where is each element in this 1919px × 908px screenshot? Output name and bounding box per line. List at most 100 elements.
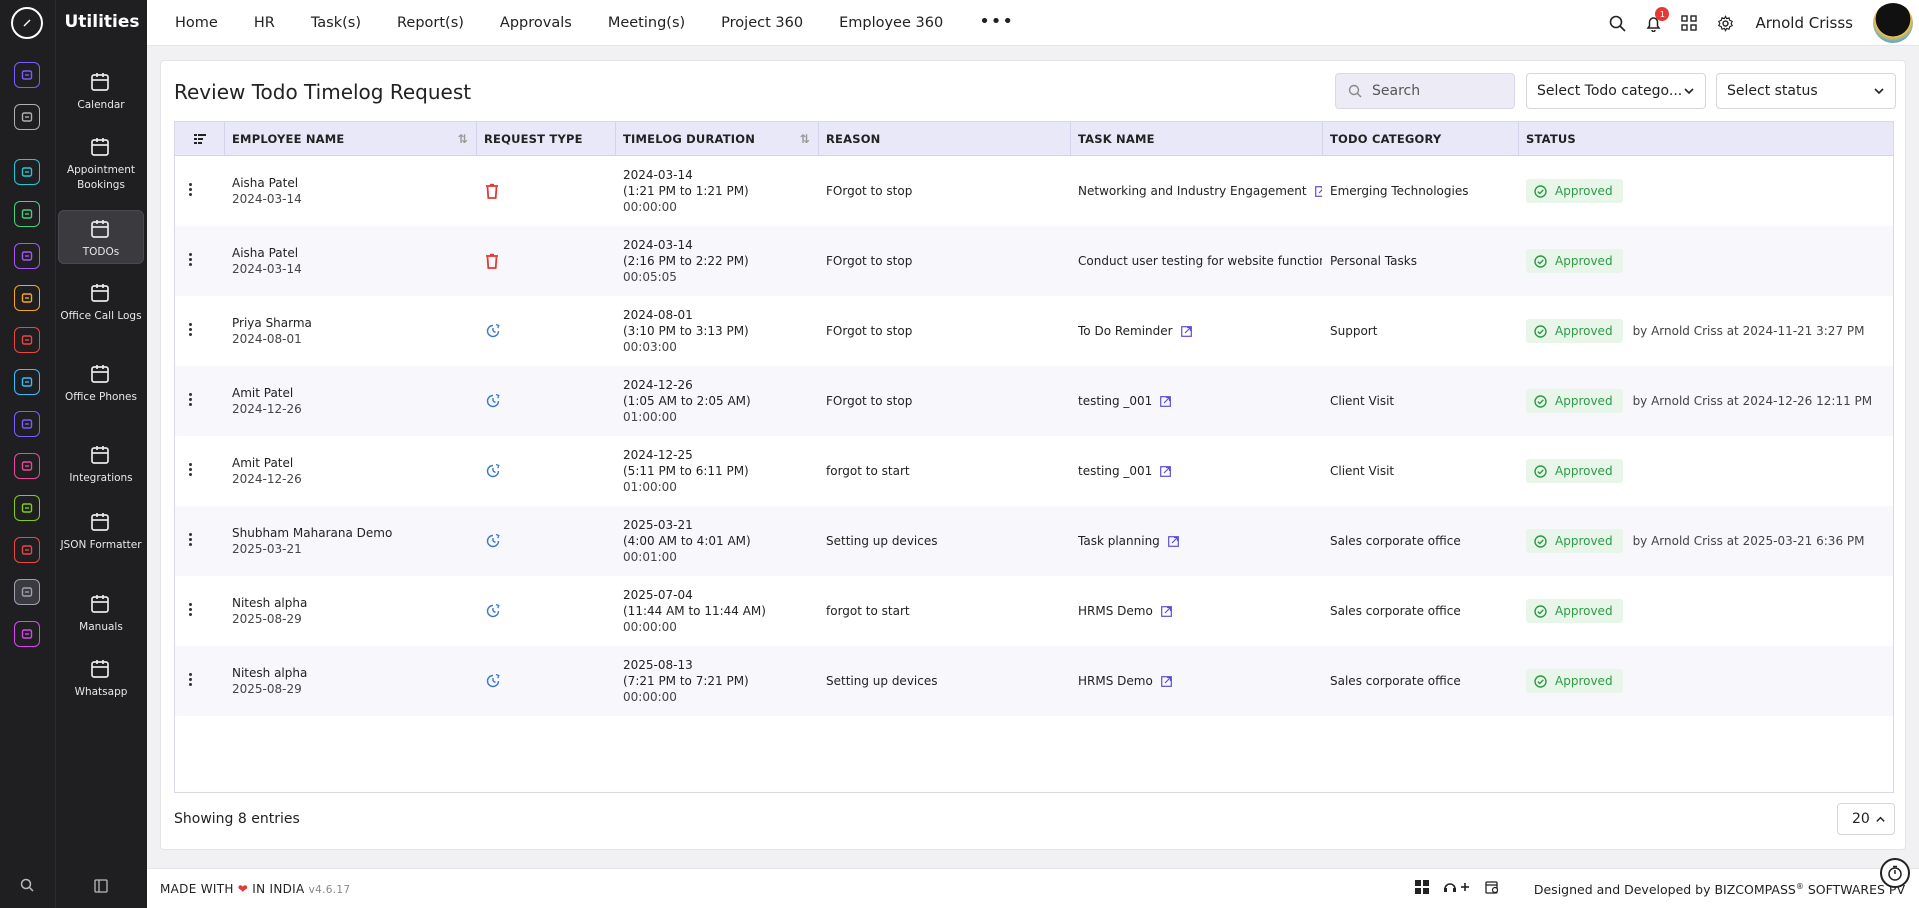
employee-date: 2024-12-26 (232, 472, 302, 486)
row-actions-menu-icon[interactable] (189, 603, 193, 618)
todo-category-select[interactable]: Select Todo catego... (1526, 73, 1706, 109)
notification-bell-icon[interactable]: 1 (1643, 7, 1670, 33)
more-menu-icon[interactable]: ••• (979, 11, 1014, 32)
row-actions-menu-icon[interactable] (189, 253, 193, 268)
rail-module-5-icon[interactable] (14, 285, 40, 311)
row-actions-menu-icon[interactable] (189, 183, 193, 198)
sort-icon[interactable]: ⇅ (458, 132, 468, 146)
employee-date: 2025-08-29 (232, 612, 302, 626)
utility-item-office-phones[interactable]: Office Phones (58, 362, 144, 424)
column-request-type: REQUEST TYPE (477, 122, 616, 156)
page-size-select[interactable]: 20 (1837, 803, 1895, 835)
collapse-panel-icon[interactable] (94, 878, 108, 897)
task-name-link[interactable]: Conduct user testing for website functio… (1078, 254, 1322, 268)
utility-item-todos[interactable]: TODOs (58, 210, 144, 264)
task-cell: HRMS Demo (1071, 576, 1323, 646)
external-link-icon[interactable] (1314, 186, 1322, 197)
nav-item-hr[interactable]: HR (254, 15, 275, 31)
nav-item-meeting-s-[interactable]: Meeting(s) (608, 15, 685, 31)
timelog-date: 2024-03-14 (623, 238, 693, 252)
row-actions-menu-icon[interactable] (189, 393, 193, 408)
task-name-link[interactable]: To Do Reminder (1078, 324, 1173, 338)
user-name[interactable]: Arnold Crisss (1755, 14, 1853, 32)
task-name-link[interactable]: HRMS Demo (1078, 674, 1153, 688)
windows-icon[interactable] (1415, 880, 1429, 894)
column-employee-name[interactable]: EMPLOYEE NAME ⇅ (225, 122, 477, 156)
rail-module-8-icon[interactable] (14, 411, 40, 437)
rail-module-4-icon[interactable] (14, 243, 40, 269)
external-link-icon[interactable] (1160, 606, 1172, 617)
search-icon[interactable] (1607, 13, 1627, 33)
category-cell: Client Visit (1323, 366, 1519, 436)
employee-name: Amit Patel (232, 386, 294, 400)
user-avatar[interactable] (1873, 3, 1913, 43)
task-name-link[interactable]: Networking and Industry Engagement (1078, 184, 1307, 198)
task-name-link[interactable]: Task planning (1078, 534, 1160, 548)
search-input[interactable] (1372, 83, 1492, 99)
row-actions-menu-icon[interactable] (189, 463, 193, 478)
timelog-cell: 2024-08-01 (3:10 PM to 3:13 PM) 00:03:00 (616, 296, 819, 366)
rail-module-2-icon[interactable] (14, 159, 40, 185)
utility-item-manuals[interactable]: Manuals (58, 592, 144, 640)
nav-item-home[interactable]: Home (175, 15, 218, 31)
rail-module-3-icon[interactable] (14, 201, 40, 227)
request-type-cell (485, 436, 624, 506)
app-version: v4.6.17 (308, 884, 351, 896)
status-select[interactable]: Select status (1716, 73, 1896, 109)
chevron-down-icon (1874, 88, 1884, 95)
task-name-link[interactable]: testing _001 (1078, 464, 1152, 478)
column-timelog-duration[interactable]: TIMELOG DURATION ⇅ (616, 122, 819, 156)
bottom-icons (1415, 880, 1499, 894)
rail-module-6-icon[interactable] (14, 327, 40, 353)
rail-module-0-icon[interactable] (14, 62, 40, 88)
check-circle-icon (1534, 674, 1547, 688)
support-headset-icon[interactable] (1443, 880, 1471, 894)
timelog-cell: 2025-08-13 (7:21 PM to 7:21 PM) 00:00:00 (616, 646, 819, 716)
table-row: Nitesh alpha 2025-08-29 2025-08-13 (7:21 PM… (175, 646, 1893, 716)
utility-item-office-call-logs[interactable]: Office Call Logs (58, 281, 144, 343)
chevron-down-icon (1684, 88, 1694, 95)
search-box[interactable] (1335, 73, 1515, 109)
external-link-icon[interactable] (1180, 326, 1192, 337)
nav-item-task-s-[interactable]: Task(s) (311, 15, 361, 31)
todo-calendar-icon (59, 217, 143, 241)
rail-module-10-icon[interactable] (14, 495, 40, 521)
row-actions-menu-icon[interactable] (189, 673, 193, 688)
apps-grid-icon[interactable] (1679, 13, 1699, 33)
rail-module-13-icon[interactable] (14, 621, 40, 647)
external-link-icon[interactable] (1160, 466, 1172, 477)
task-name-link[interactable]: HRMS Demo (1078, 604, 1153, 618)
rail-module-1-icon[interactable] (14, 104, 40, 130)
compass-logo-icon[interactable] (11, 7, 43, 39)
request-type-cell (485, 366, 624, 436)
timelog-cell: 2024-03-14 (2:16 PM to 2:22 PM) 00:05:05 (616, 226, 819, 296)
external-link-icon[interactable] (1160, 676, 1172, 687)
nav-item-approvals[interactable]: Approvals (500, 15, 572, 31)
column-settings-icon[interactable] (175, 122, 225, 156)
nav-item-report-s-[interactable]: Report(s) (397, 15, 464, 31)
category-cell: Sales corporate office (1323, 506, 1519, 576)
utility-item-whatsapp[interactable]: Whatsapp (58, 657, 144, 705)
nav-item-project-360[interactable]: Project 360 (721, 15, 803, 31)
row-actions-menu-icon[interactable] (189, 533, 193, 548)
settings-gear-icon[interactable] (1715, 13, 1735, 33)
rail-module-12-icon[interactable] (14, 579, 40, 605)
rail-module-11-icon[interactable] (14, 537, 40, 563)
utility-item-appointment-bookings[interactable]: Appointment Bookings (58, 135, 144, 197)
utility-item-json-formatter[interactable]: JSON Formatter (58, 510, 144, 572)
utility-item-integrations[interactable]: Integrations (58, 443, 144, 491)
utility-item-calendar[interactable]: Calendar (58, 70, 144, 118)
sort-icon[interactable]: ⇅ (800, 132, 810, 146)
external-link-icon[interactable] (1160, 396, 1172, 407)
task-name-link[interactable]: testing _001 (1078, 394, 1152, 408)
stopwatch-icon[interactable] (1880, 858, 1910, 888)
row-actions-menu-icon[interactable] (189, 323, 193, 338)
timelog-range: (1:05 AM to 2:05 AM) (623, 394, 751, 408)
calendar-clock-icon[interactable] (1485, 880, 1499, 894)
nav-item-employee-360[interactable]: Employee 360 (839, 15, 943, 31)
column-status: STATUS (1526, 132, 1576, 146)
rail-module-7-icon[interactable] (14, 369, 40, 395)
external-link-icon[interactable] (1167, 536, 1179, 547)
rail-search-icon[interactable] (18, 876, 36, 894)
rail-module-9-icon[interactable] (14, 453, 40, 479)
